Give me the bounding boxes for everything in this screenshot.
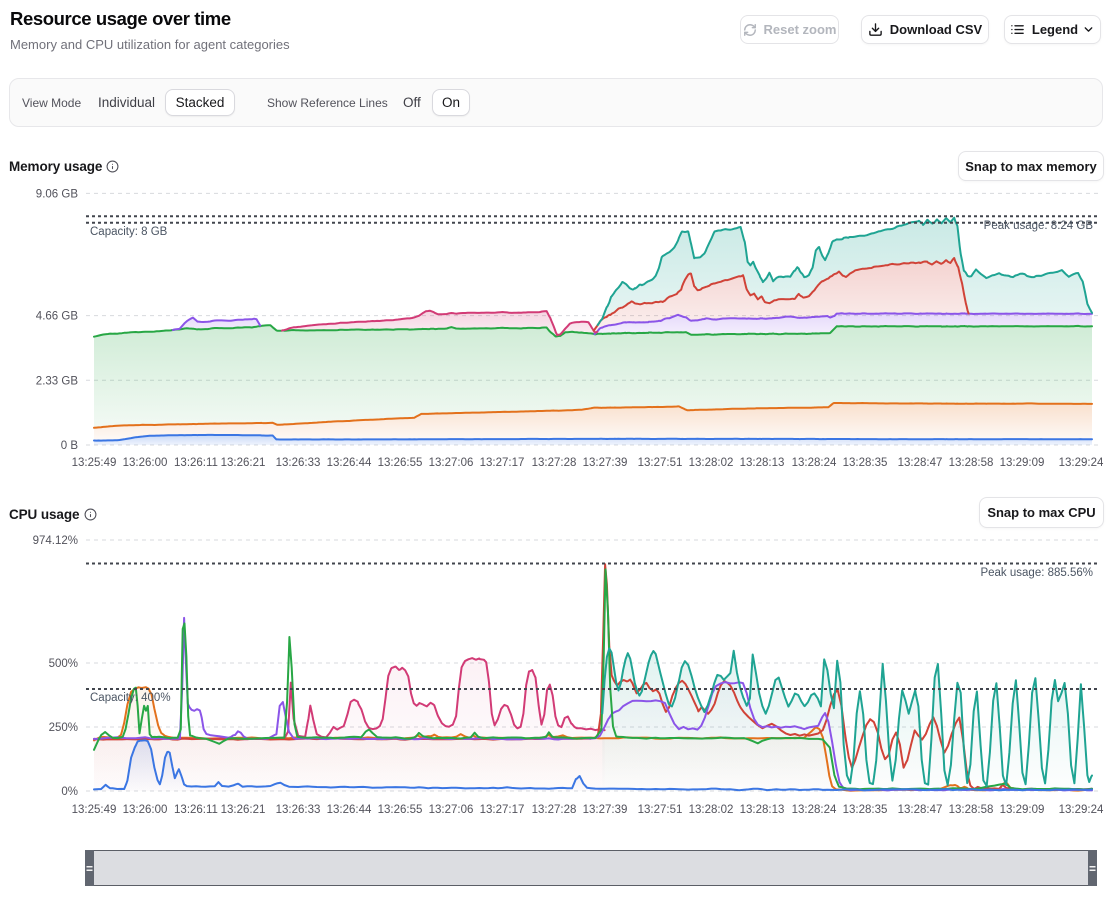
svg-text:13:27:06: 13:27:06 [429,804,474,816]
svg-text:13:26:11: 13:26:11 [174,804,218,816]
svg-text:Capacity: 8 GB: Capacity: 8 GB [90,226,168,238]
svg-text:13:29:24: 13:29:24 [1059,457,1104,469]
svg-text:13:26:44: 13:26:44 [327,804,372,816]
svg-text:13:29:09: 13:29:09 [1000,804,1045,816]
svg-text:13:27:17: 13:27:17 [480,804,525,816]
svg-text:250%: 250% [49,722,78,734]
svg-text:13:26:21: 13:26:21 [221,457,266,469]
svg-text:13:28:35: 13:28:35 [843,457,888,469]
svg-text:13:26:55: 13:26:55 [378,804,423,816]
svg-text:4.66 GB: 4.66 GB [36,311,79,323]
svg-text:13:28:47: 13:28:47 [898,804,943,816]
svg-text:Peak usage: 8.24 GB: Peak usage: 8.24 GB [984,220,1094,232]
svg-text:13:25:49: 13:25:49 [72,804,117,816]
svg-text:13:26:21: 13:26:21 [221,804,266,816]
svg-text:13:28:24: 13:28:24 [792,457,837,469]
svg-text:13:28:13: 13:28:13 [740,804,785,816]
svg-text:13:28:58: 13:28:58 [949,457,994,469]
svg-text:13:26:11: 13:26:11 [174,457,218,469]
svg-text:13:27:28: 13:27:28 [532,457,577,469]
svg-text:13:25:49: 13:25:49 [72,457,117,469]
svg-text:974.12%: 974.12% [33,535,78,547]
svg-text:13:29:24: 13:29:24 [1059,804,1104,816]
svg-text:13:28:58: 13:28:58 [949,804,994,816]
svg-text:13:27:06: 13:27:06 [429,457,474,469]
svg-text:13:28:02: 13:28:02 [689,804,734,816]
svg-text:13:27:39: 13:27:39 [583,457,628,469]
svg-text:9.06 GB: 9.06 GB [36,188,79,200]
svg-text:13:28:35: 13:28:35 [843,804,888,816]
svg-text:13:27:39: 13:27:39 [583,804,628,816]
svg-text:0%: 0% [61,786,78,798]
svg-text:2.33 GB: 2.33 GB [36,375,79,387]
svg-text:13:27:17: 13:27:17 [480,457,525,469]
svg-text:13:26:44: 13:26:44 [327,457,372,469]
svg-text:13:28:47: 13:28:47 [898,457,943,469]
svg-text:13:28:24: 13:28:24 [792,804,837,816]
svg-text:Peak usage: 885.56%: Peak usage: 885.56% [980,567,1093,579]
svg-text:13:26:33: 13:26:33 [276,804,321,816]
svg-text:13:28:13: 13:28:13 [740,457,785,469]
svg-text:13:27:28: 13:27:28 [532,804,577,816]
svg-text:500%: 500% [49,658,78,670]
svg-text:13:26:33: 13:26:33 [276,457,321,469]
svg-text:13:26:00: 13:26:00 [123,457,168,469]
svg-text:13:26:00: 13:26:00 [123,804,168,816]
svg-text:13:27:51: 13:27:51 [638,804,683,816]
svg-text:Capacity: 400%: Capacity: 400% [90,692,171,704]
svg-text:13:27:51: 13:27:51 [638,457,683,469]
svg-text:0 B: 0 B [61,440,79,452]
svg-text:13:29:09: 13:29:09 [1000,457,1045,469]
svg-text:13:26:55: 13:26:55 [378,457,423,469]
svg-text:13:28:02: 13:28:02 [689,457,734,469]
